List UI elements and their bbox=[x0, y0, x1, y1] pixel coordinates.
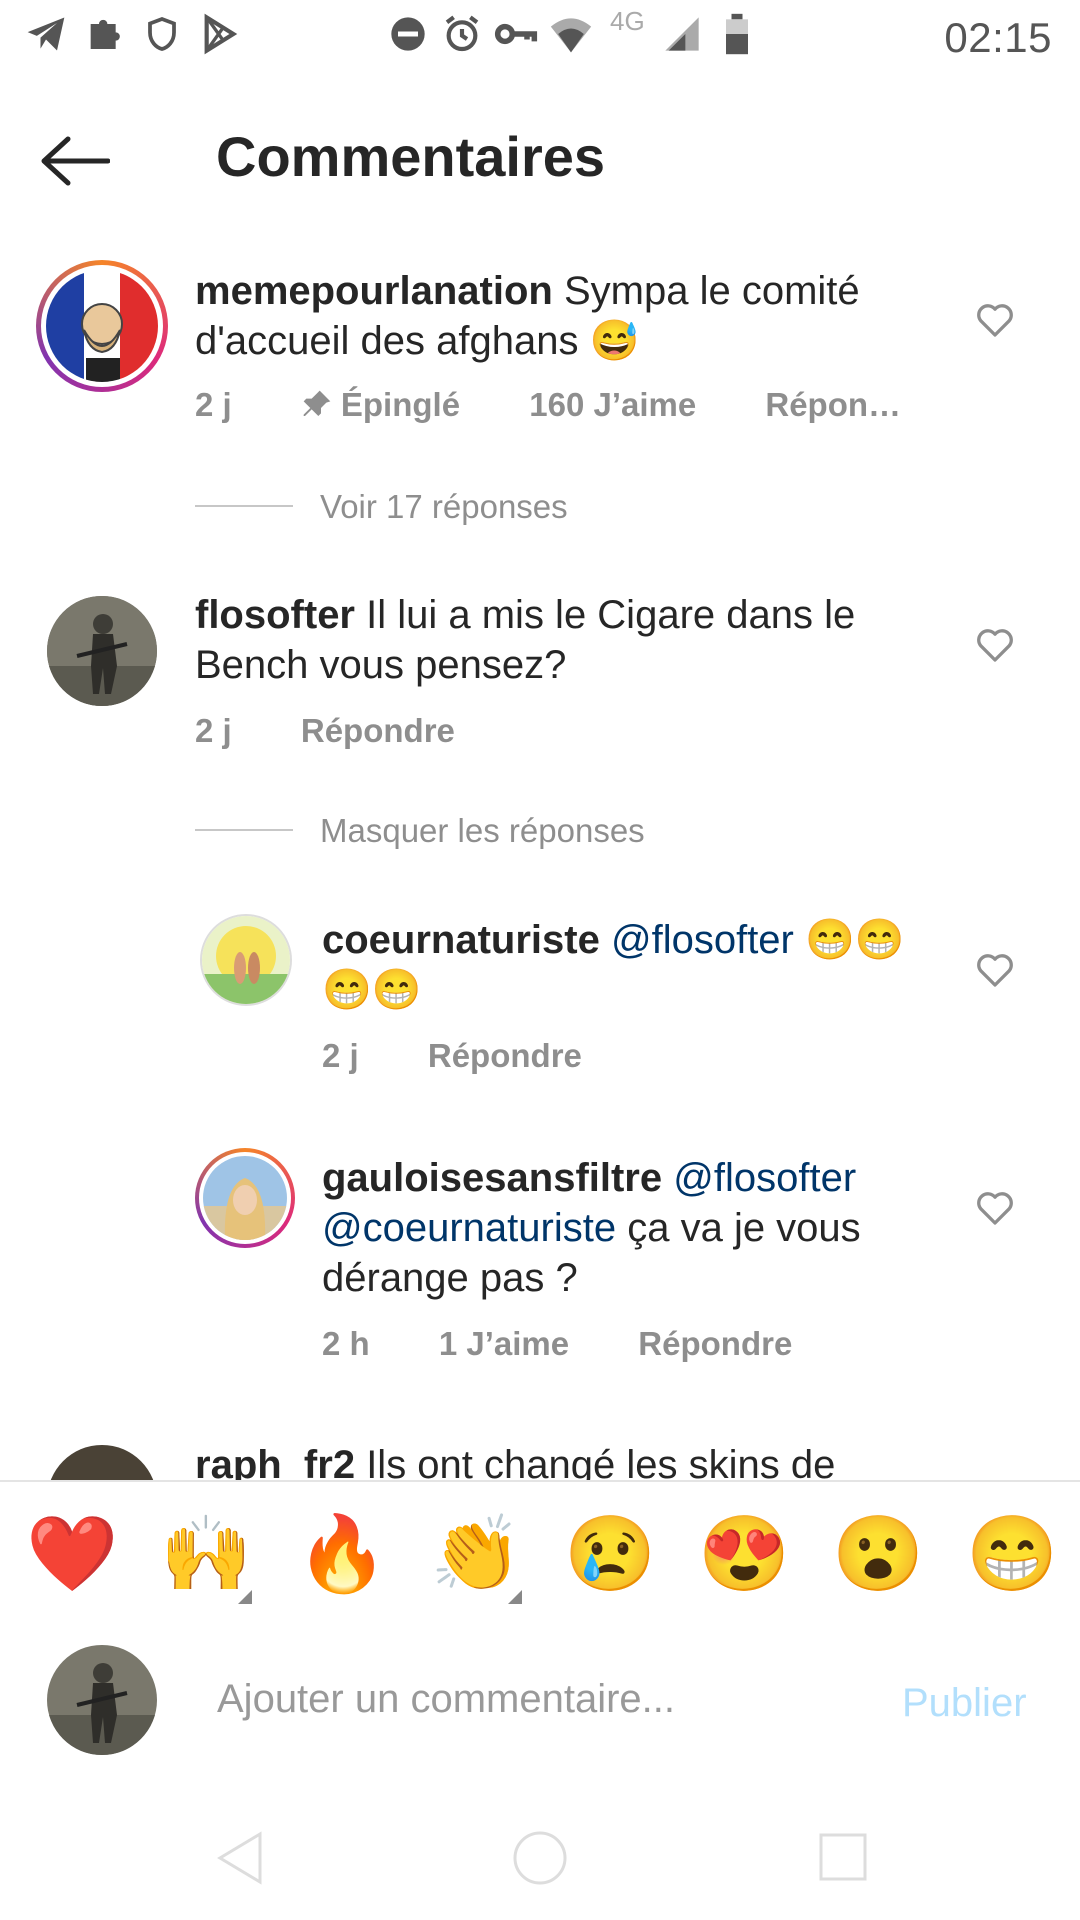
divider bbox=[195, 829, 293, 831]
like-heart-icon[interactable] bbox=[975, 625, 1015, 665]
soldier-avatar-image bbox=[47, 1645, 157, 1755]
navigation-bar bbox=[0, 1790, 1080, 1920]
emoji-quick-bar: ❤️ 🙌 🔥 👏 😢 😍 😮 😁 bbox=[0, 1480, 1080, 1627]
emoji-button[interactable]: 😢 bbox=[564, 1512, 656, 1596]
comment-time: 2 j bbox=[322, 1037, 359, 1074]
flag-avatar-image bbox=[46, 270, 158, 382]
vpn-key-icon bbox=[494, 23, 538, 45]
battery-icon bbox=[726, 13, 748, 55]
comment-composer: Ajouter un commentaire... Publier bbox=[0, 1625, 1080, 1775]
hide-replies-button[interactable]: Masquer les réponses bbox=[320, 812, 645, 850]
publish-button[interactable]: Publier bbox=[902, 1681, 1027, 1726]
avatar bbox=[47, 1645, 157, 1755]
emoji-button[interactable]: 😁 bbox=[966, 1512, 1058, 1596]
emoji-button[interactable]: 😮 bbox=[832, 1512, 924, 1596]
back-button[interactable] bbox=[40, 120, 140, 204]
alarm-icon bbox=[445, 15, 479, 52]
avatar bbox=[203, 1156, 287, 1240]
like-heart-icon[interactable] bbox=[975, 1188, 1015, 1228]
like-heart-icon[interactable] bbox=[975, 950, 1015, 990]
comment-text: memepourlanation Sympa le comité d'accue… bbox=[195, 266, 915, 366]
comment-meta: 2 j Épinglé 160 J’aime Répon… bbox=[195, 386, 961, 424]
emoji-button[interactable]: 🙌 bbox=[160, 1512, 252, 1596]
reply-button[interactable]: Répondre bbox=[428, 1037, 582, 1074]
page-title: Commentaires bbox=[216, 125, 606, 188]
comment-time: 2 h bbox=[322, 1325, 370, 1362]
comment-text: gauloisesansfiltre @flosofter @coeurnatu… bbox=[322, 1153, 942, 1303]
comment-username[interactable]: flosofter bbox=[195, 593, 355, 637]
shield-icon bbox=[148, 16, 176, 51]
like-count[interactable]: 160 J’aime bbox=[529, 386, 696, 423]
comment-meta: 2 j Répondre bbox=[195, 712, 515, 750]
dnd-icon bbox=[391, 17, 425, 51]
soldier-avatar-image bbox=[47, 596, 157, 706]
recents-nav-icon[interactable] bbox=[818, 1832, 868, 1882]
wifi-icon bbox=[550, 18, 592, 53]
skin-tone-indicator bbox=[238, 1590, 252, 1604]
arrow-left-icon bbox=[41, 136, 110, 186]
like-heart-icon[interactable] bbox=[975, 300, 1015, 340]
comment-meta: 2 h 1 J’aime Répondre bbox=[322, 1325, 852, 1363]
mention-link[interactable]: @flosofter bbox=[611, 918, 794, 962]
avatar-ring[interactable] bbox=[195, 1148, 295, 1248]
home-nav-icon[interactable] bbox=[512, 1830, 568, 1886]
avatar[interactable] bbox=[200, 914, 292, 1006]
comment-text: coeurnaturiste @flosofter 😁😁😁😁 bbox=[322, 915, 922, 1015]
comment-input[interactable]: Ajouter un commentaire... bbox=[217, 1677, 867, 1722]
emoji-button[interactable]: 😍 bbox=[698, 1512, 790, 1596]
comment-username[interactable]: memepourlanation bbox=[195, 269, 553, 313]
puzzle-icon bbox=[90, 19, 120, 49]
comment-username[interactable]: coeurnaturiste bbox=[322, 918, 600, 962]
avatar bbox=[46, 270, 158, 382]
emoji-button[interactable]: 👏 bbox=[430, 1512, 522, 1596]
divider bbox=[195, 505, 293, 507]
clock: 02:15 bbox=[944, 14, 1052, 61]
like-count[interactable]: 1 J’aime bbox=[439, 1325, 569, 1362]
emoji-button[interactable]: ❤️ bbox=[26, 1512, 118, 1596]
reply-button[interactable]: Répon… bbox=[765, 386, 901, 423]
telegram-icon bbox=[27, 17, 65, 51]
skin-tone-indicator bbox=[508, 1590, 522, 1604]
comment-meta: 2 j Répondre bbox=[322, 1037, 642, 1075]
emoji-button[interactable]: 🔥 bbox=[296, 1512, 388, 1596]
comment-username[interactable]: gauloisesansfiltre bbox=[322, 1156, 662, 1200]
signal-icon bbox=[665, 17, 699, 51]
mention-link[interactable]: @coeurnaturiste bbox=[322, 1206, 616, 1250]
comment-text: flosofter Il lui a mis le Cigare dans le… bbox=[195, 590, 915, 690]
network-type: 4G bbox=[610, 6, 645, 36]
pinned-label: Épinglé bbox=[340, 386, 461, 423]
comment-time: 2 j bbox=[195, 712, 232, 749]
sun-avatar-image bbox=[202, 916, 290, 1004]
view-replies-button[interactable]: Voir 17 réponses bbox=[320, 488, 568, 526]
status-bar: 4G 02:15 bbox=[0, 0, 1080, 75]
back-nav-icon[interactable] bbox=[215, 1830, 265, 1886]
play-store-icon bbox=[204, 13, 238, 55]
mention-link[interactable]: @flosofter bbox=[673, 1156, 856, 1200]
comment-time: 2 j bbox=[195, 386, 232, 423]
pin-icon bbox=[303, 390, 331, 416]
portrait-avatar-image bbox=[203, 1156, 287, 1240]
avatar[interactable] bbox=[47, 596, 157, 706]
reply-button[interactable]: Répondre bbox=[638, 1325, 792, 1362]
reply-button[interactable]: Répondre bbox=[301, 712, 455, 749]
avatar-ring[interactable] bbox=[36, 260, 168, 392]
